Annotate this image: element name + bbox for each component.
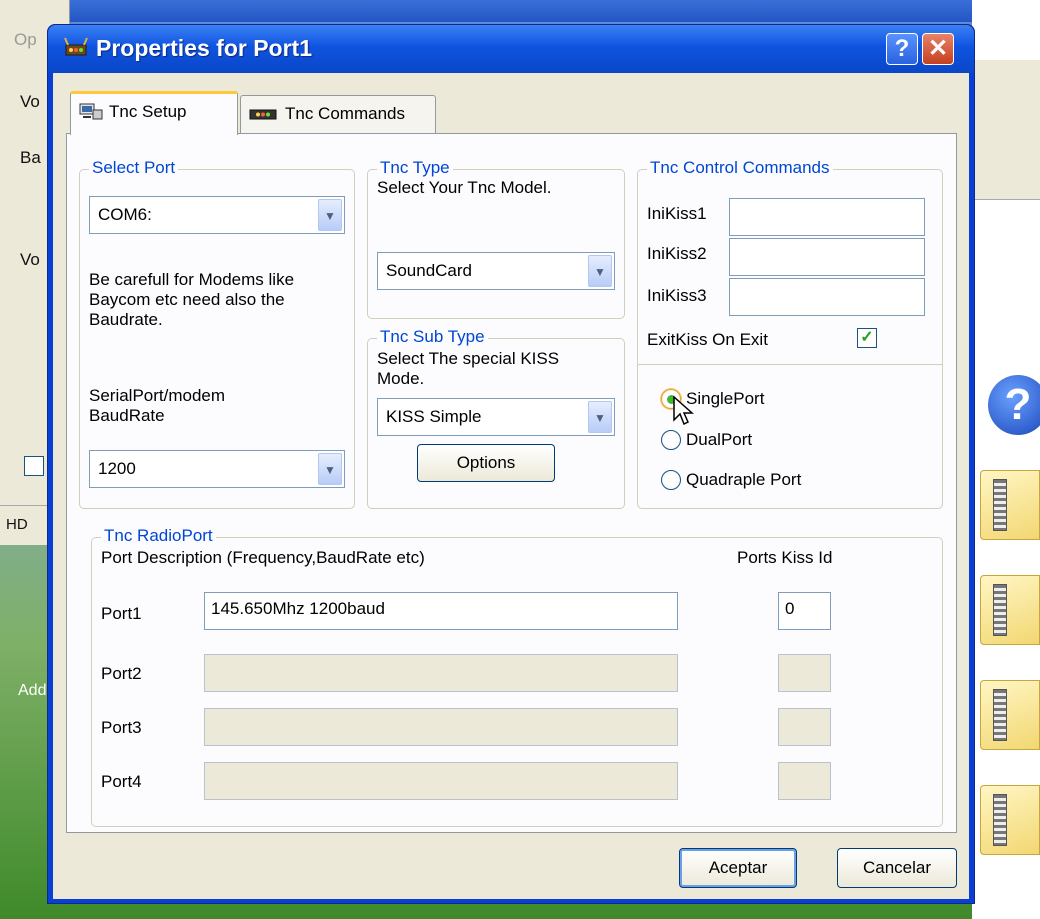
tab-tnc-setup[interactable]: Tnc Setup bbox=[70, 91, 238, 135]
options-button-label: Options bbox=[456, 453, 516, 472]
help-button[interactable]: ? bbox=[886, 33, 918, 65]
port-description-header: Port Description (Frequency,BaudRate etc… bbox=[101, 548, 425, 567]
ok-button[interactable]: Aceptar bbox=[679, 848, 797, 888]
background-checkbox[interactable] bbox=[24, 456, 44, 476]
tab-panel-tnc-setup: Select Port COM6: ▼ Be carefull for Mode… bbox=[66, 133, 957, 833]
modem-warning-line3: Baudrate. bbox=[89, 310, 163, 329]
port2-description-input[interactable] bbox=[204, 654, 678, 692]
folder-icon[interactable] bbox=[980, 470, 1040, 540]
tnc-model-select[interactable]: SoundCard ▼ bbox=[377, 252, 615, 290]
chevron-down-icon: ▼ bbox=[318, 453, 342, 485]
dual-port-radio[interactable] bbox=[661, 430, 681, 450]
modem-warning-line2: Baycom etc need also the bbox=[89, 290, 285, 309]
properties-dialog: Properties for Port1 ? ✕ Tnc Setup Tnc C… bbox=[47, 24, 975, 904]
background-label: Op bbox=[14, 30, 37, 49]
background-label: Vo bbox=[20, 250, 40, 269]
close-icon: ✕ bbox=[927, 35, 949, 62]
baudrate-label-line1: SerialPort/modem bbox=[89, 386, 226, 405]
port-select[interactable]: COM6: ▼ bbox=[89, 196, 345, 234]
ok-button-label: Aceptar bbox=[708, 858, 768, 877]
port4-kiss-id-input[interactable] bbox=[778, 762, 831, 800]
inikiss2-input[interactable] bbox=[729, 238, 925, 276]
close-button[interactable]: ✕ bbox=[922, 33, 954, 65]
tab-label: Tnc Commands bbox=[285, 104, 405, 123]
select-port-legend: Select Port bbox=[89, 158, 179, 178]
tnc-device-icon bbox=[249, 109, 277, 120]
inikiss1-label: IniKiss1 bbox=[647, 204, 707, 223]
port4-label: Port4 bbox=[101, 772, 142, 791]
chevron-down-icon: ▼ bbox=[318, 199, 342, 231]
folder-icon[interactable] bbox=[980, 575, 1040, 645]
exit-kiss-checkbox[interactable]: ✓ bbox=[857, 328, 877, 348]
tnc-model-value: SoundCard bbox=[386, 261, 473, 280]
port3-label: Port3 bbox=[101, 718, 142, 737]
tnc-control-legend: Tnc Control Commands bbox=[647, 158, 833, 178]
dual-port-label[interactable]: DualPort bbox=[686, 430, 752, 450]
question-icon: ? bbox=[894, 35, 910, 62]
checkmark-icon: ✓ bbox=[860, 329, 874, 346]
exit-kiss-label: ExitKiss On Exit bbox=[647, 330, 768, 349]
control-divider bbox=[638, 364, 942, 365]
radio-port-legend: Tnc RadioPort bbox=[101, 526, 216, 546]
tnc-type-legend: Tnc Type bbox=[377, 158, 453, 178]
port1-kiss-id-input[interactable]: 0 bbox=[778, 592, 831, 630]
port2-kiss-id-input[interactable] bbox=[778, 654, 831, 692]
tnc-type-instruction: Select Your Tnc Model. bbox=[377, 178, 552, 197]
port1-label: Port1 bbox=[101, 604, 142, 623]
kiss-mode-instruction-line1: Select The special KISS bbox=[377, 349, 560, 368]
background-label: HD bbox=[6, 516, 28, 533]
background-window-right-toolbar bbox=[972, 60, 1040, 200]
modem-warning-line1: Be carefull for Modems like bbox=[89, 270, 295, 289]
dialog-client-area: Tnc Setup Tnc Commands Select Port COM6:… bbox=[53, 73, 969, 899]
chevron-down-icon: ▼ bbox=[588, 401, 612, 433]
background-label: Vo bbox=[20, 92, 40, 111]
tab-label: Tnc Setup bbox=[109, 102, 187, 121]
quadraple-port-radio[interactable] bbox=[661, 470, 681, 490]
baudrate-select[interactable]: 1200 ▼ bbox=[89, 450, 345, 488]
chevron-down-icon: ▼ bbox=[588, 255, 612, 287]
dialog-title: Properties for Port1 bbox=[96, 35, 312, 61]
folder-icon[interactable] bbox=[980, 785, 1040, 855]
tnc-setup-icon bbox=[79, 103, 103, 120]
inikiss3-label: IniKiss3 bbox=[647, 286, 707, 305]
inikiss1-input[interactable] bbox=[729, 198, 925, 236]
kiss-id-header: Ports Kiss Id bbox=[737, 548, 833, 567]
inikiss2-label: IniKiss2 bbox=[647, 244, 707, 263]
port1-description-input[interactable]: 145.650Mhz 1200baud bbox=[204, 592, 678, 630]
tab-tnc-commands[interactable]: Tnc Commands bbox=[240, 95, 436, 133]
dialog-titlebar[interactable]: Properties for Port1 ? ✕ bbox=[48, 25, 974, 73]
background-label: Ba bbox=[20, 148, 41, 167]
port2-label: Port2 bbox=[101, 664, 142, 683]
port3-description-input[interactable] bbox=[204, 708, 678, 746]
quadraple-port-label[interactable]: Quadraple Port bbox=[686, 470, 801, 490]
mouse-pointer-icon bbox=[673, 396, 694, 426]
kiss-mode-value: KISS Simple bbox=[386, 407, 482, 426]
help-icon[interactable]: ? bbox=[988, 375, 1040, 435]
single-port-label[interactable]: SinglePort bbox=[686, 389, 764, 409]
options-button[interactable]: Options bbox=[417, 444, 555, 482]
port-select-value: COM6: bbox=[98, 205, 152, 224]
cancel-button[interactable]: Cancelar bbox=[837, 848, 957, 888]
port4-description-input[interactable] bbox=[204, 762, 678, 800]
tnc-app-icon bbox=[64, 37, 88, 56]
kiss-mode-select[interactable]: KISS Simple ▼ bbox=[377, 398, 615, 436]
baudrate-select-value: 1200 bbox=[98, 459, 136, 478]
cancel-button-label: Cancelar bbox=[862, 858, 932, 877]
kiss-mode-instruction-line2: Mode. bbox=[377, 369, 425, 388]
folder-icon[interactable] bbox=[980, 680, 1040, 750]
tnc-sub-type-legend: Tnc Sub Type bbox=[377, 327, 488, 347]
background-window-titlebar bbox=[0, 0, 1040, 22]
inikiss3-input[interactable] bbox=[729, 278, 925, 316]
port3-kiss-id-input[interactable] bbox=[778, 708, 831, 746]
desktop-icon-label[interactable]: Add bbox=[18, 682, 46, 700]
baudrate-label-line2: BaudRate bbox=[89, 406, 165, 425]
